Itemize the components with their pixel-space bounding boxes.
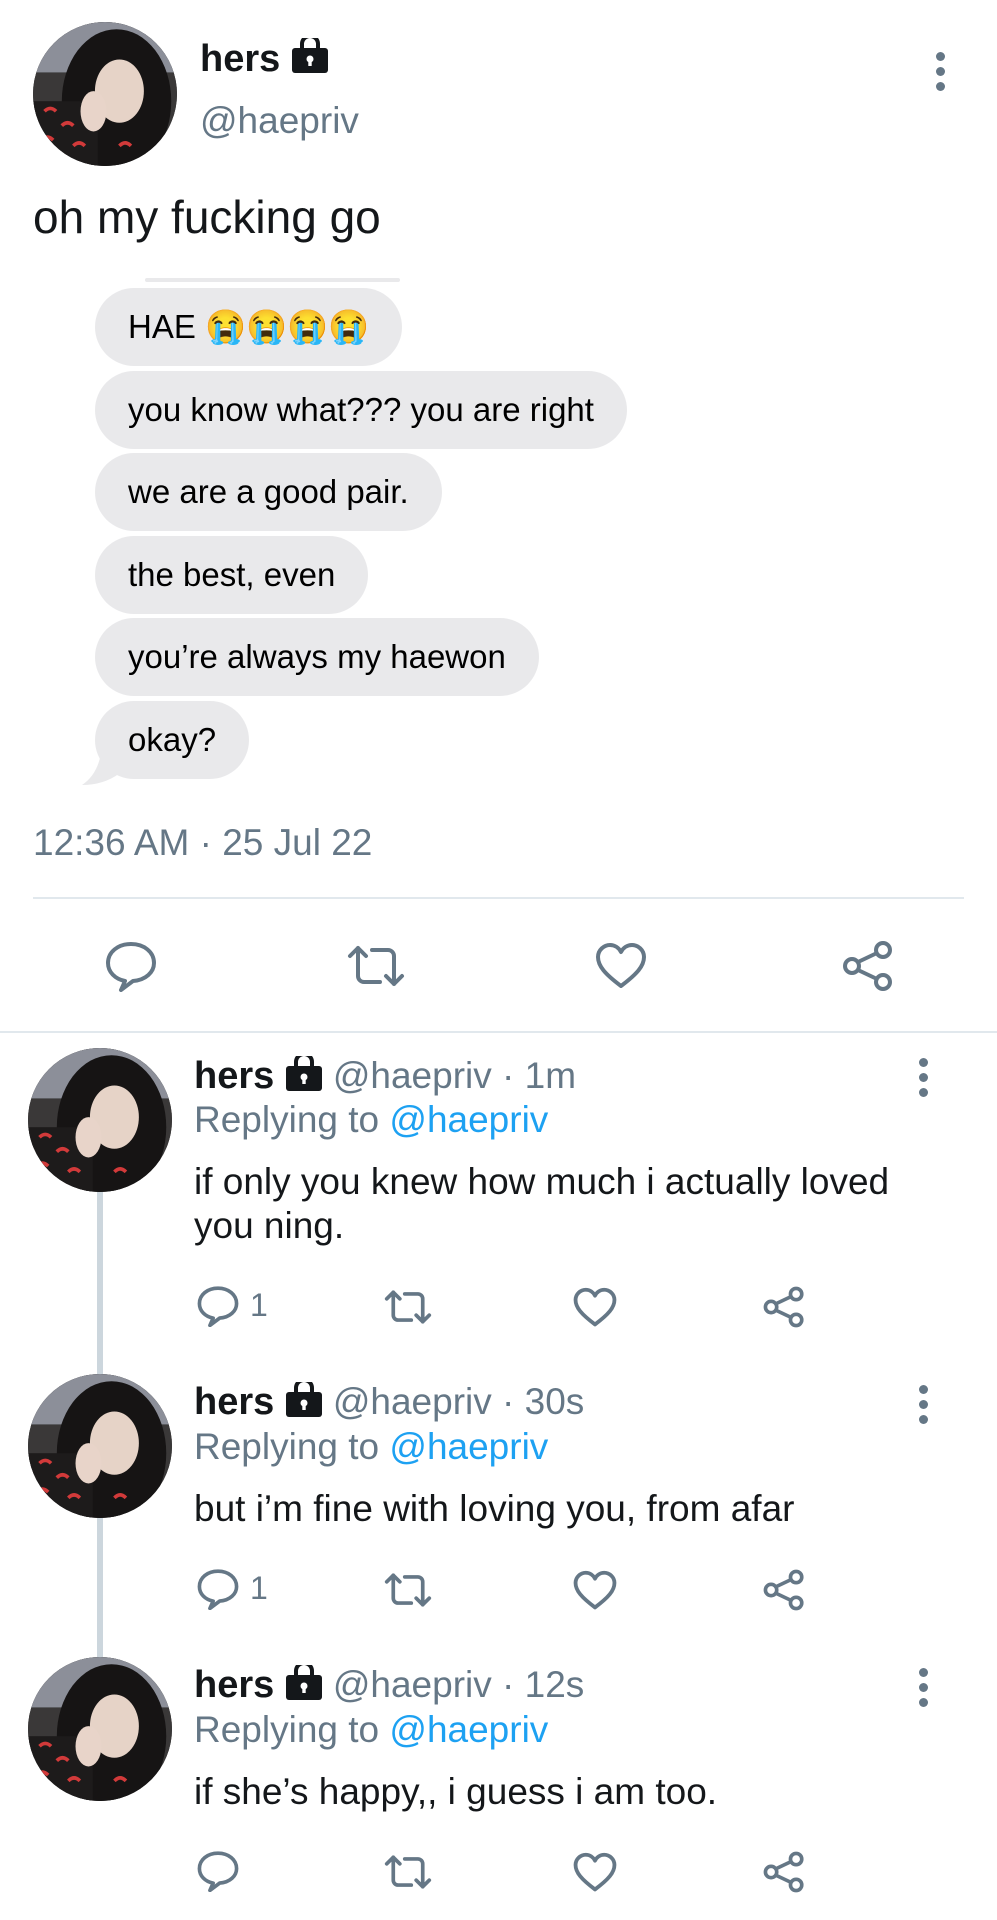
main-author-handle[interactable]: @haepriv xyxy=(200,100,359,142)
main-author-name[interactable]: hers xyxy=(200,34,329,84)
share-icon[interactable] xyxy=(841,940,895,992)
chat-bubble: we are a good pair. xyxy=(95,453,442,531)
heart-icon[interactable] xyxy=(573,1570,617,1611)
heart-icon[interactable] xyxy=(573,1287,617,1328)
replying-to: Replying to @haepriv xyxy=(194,1099,549,1140)
divider xyxy=(0,1031,997,1033)
more-vertical-icon[interactable] xyxy=(913,1385,933,1430)
share-icon[interactable] xyxy=(762,1569,806,1611)
more-vertical-icon[interactable] xyxy=(913,1668,933,1713)
replying-to-link[interactable]: @haepriv xyxy=(389,1426,548,1467)
more-vertical-icon[interactable] xyxy=(913,1058,933,1103)
reply-count: 1 xyxy=(250,1287,268,1323)
main-avatar[interactable] xyxy=(33,22,177,166)
chat-bubble: HAE 😭😭😭😭 xyxy=(95,288,403,366)
more-vertical-icon[interactable] xyxy=(930,52,950,97)
reply-header[interactable]: hers @haepriv · 1m xyxy=(194,1051,576,1101)
replying-to-link[interactable]: @haepriv xyxy=(389,1099,548,1140)
reply-avatar[interactable] xyxy=(28,1374,172,1518)
lock-icon xyxy=(285,1660,323,1710)
retweet-icon[interactable] xyxy=(383,1854,433,1890)
reply-avatar[interactable] xyxy=(28,1657,172,1801)
reply-count: 1 xyxy=(250,1570,268,1606)
avatar-image xyxy=(33,22,177,166)
chat-screenshot[interactable]: HAE 😭😭😭😭 you know what??? you are right … xyxy=(0,275,997,785)
retweet-icon[interactable] xyxy=(383,1572,433,1608)
replying-to-link[interactable]: @haepriv xyxy=(389,1709,548,1750)
divider xyxy=(33,897,964,899)
retweet-icon[interactable] xyxy=(346,944,406,988)
replying-to: Replying to @haepriv xyxy=(194,1709,549,1750)
reply-header[interactable]: hers @haepriv · 12s xyxy=(194,1660,584,1710)
reply-icon[interactable] xyxy=(104,940,158,992)
reply-icon[interactable] xyxy=(196,1285,240,1327)
reply-text: if she’s happy,, i guess i am too. xyxy=(194,1771,718,1812)
reply-avatar[interactable] xyxy=(28,1048,172,1192)
lock-icon xyxy=(291,34,329,84)
heart-icon[interactable] xyxy=(595,942,647,990)
reply-header[interactable]: hers @haepriv · 30s xyxy=(194,1377,584,1427)
lock-icon xyxy=(285,1051,323,1101)
reply-icon[interactable] xyxy=(196,1568,240,1610)
chat-bubble: the best, even xyxy=(95,536,369,614)
share-icon[interactable] xyxy=(762,1286,806,1328)
reply-text: but i’m fine with loving you, from afar xyxy=(194,1488,795,1529)
retweet-icon[interactable] xyxy=(383,1289,433,1325)
bubble-tail xyxy=(82,745,120,785)
lock-icon xyxy=(285,1377,323,1427)
chat-bubble: you know what??? you are right xyxy=(95,371,627,449)
avatar-image xyxy=(28,1657,172,1801)
reply-icon[interactable] xyxy=(196,1850,240,1892)
heart-icon[interactable] xyxy=(573,1852,617,1893)
share-icon[interactable] xyxy=(762,1851,806,1893)
tweet-timestamp[interactable]: 12:36 AM · 25 Jul 22 xyxy=(33,822,372,864)
avatar-image xyxy=(28,1374,172,1518)
avatar-image xyxy=(28,1048,172,1192)
tweet-text: oh my fucking go xyxy=(33,191,381,243)
replying-to: Replying to @haepriv xyxy=(194,1426,549,1467)
chat-bubble: you’re always my haewon xyxy=(95,618,539,696)
reply-text: if only you knew how much i actually lov… xyxy=(194,1161,890,1246)
